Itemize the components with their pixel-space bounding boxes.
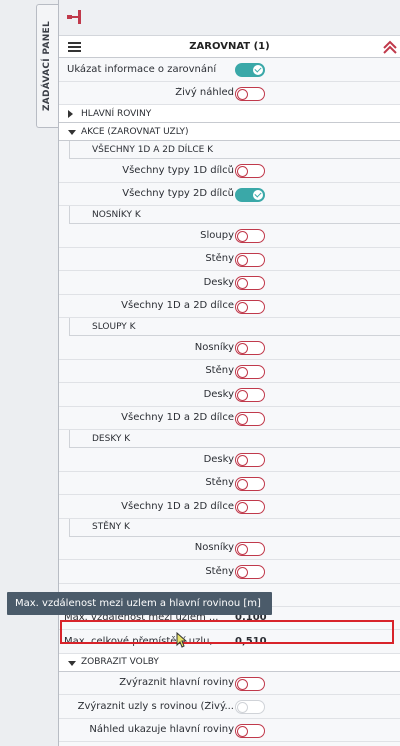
zadavaci-panel: ZAROVNAT (1) Ukázat informace o zarovnán… (58, 0, 400, 746)
option-row: Stěny (59, 248, 400, 271)
group-sloupy: SLOUPY K (69, 318, 400, 336)
toggle-desky-vsechny[interactable] (235, 500, 265, 514)
expand-down-icon (68, 660, 76, 666)
option-row: Zvýraznit uzly s rovinou (Živý... (59, 695, 400, 719)
panel-titlebar: ZAROVNAT (1) (59, 36, 400, 58)
option-label: Všechny typy 2D dílců (122, 188, 234, 200)
group-desky: DESKY K (69, 430, 400, 448)
side-tab-label: ZADÁVACÍ PANEL (42, 20, 53, 112)
toggle-sloupy-vsechny[interactable] (235, 411, 265, 426)
section-label: HLAVNÍ ROVINY (81, 108, 152, 119)
option-row: Stěny (59, 560, 400, 584)
group-steny: STĚNY K (69, 518, 400, 537)
group-label: VŠECHNY 1D A 2D DÍLCE K (92, 144, 214, 155)
option-row: Všechny typy 1D dílců (59, 159, 400, 183)
option-row: Zvýraznit hlavní roviny (59, 672, 400, 695)
toggle-nosniky-desky[interactable] (235, 276, 265, 290)
pin-panel-icon[interactable] (65, 7, 85, 27)
option-label: Desky (203, 453, 234, 465)
collapse-up-icon[interactable] (382, 39, 398, 55)
option-label: Stěny (205, 365, 234, 377)
option-row: Všechny 1D a 2D dílce (59, 407, 400, 430)
option-label: Náhled ukazuje hlavní roviny (89, 724, 234, 736)
section-zobrazit-volby[interactable]: ZOBRAZIT VOLBY (59, 653, 400, 672)
option-label: Nosníky (194, 542, 234, 554)
option-label: Stěny (205, 477, 234, 489)
option-row: Všechny 1D a 2D dílce (59, 295, 400, 318)
option-label: Všechny typy 1D dílců (122, 164, 234, 176)
option-row: Stěny (59, 472, 400, 495)
option-label: Všechny 1D a 2D dílce (121, 300, 234, 312)
toggle-nosniky-steny[interactable] (235, 252, 265, 267)
toggle-desky-desky[interactable] (235, 453, 265, 467)
panel-toolbar (59, 0, 400, 36)
mouse-cursor-icon (176, 632, 188, 648)
toggle-ukazat-info[interactable] (235, 63, 265, 77)
panel-title: ZAROVNAT (1) (189, 41, 270, 52)
option-label: Desky (203, 276, 234, 288)
expand-down-icon (68, 130, 76, 135)
toggle-zvyraznit-uzly[interactable] (235, 700, 265, 714)
option-row: Všechny typy 2D dílců (59, 183, 400, 206)
option-row: Desky (59, 271, 400, 295)
option-row: Stěny (59, 360, 400, 383)
toggle-sloupy-desky[interactable] (235, 388, 265, 402)
toggle-steny-steny[interactable] (235, 565, 265, 579)
option-row-zivy-nahled: Živý náhled (59, 82, 400, 105)
option-label: Nosníky (194, 341, 234, 353)
section-hlavni-roviny[interactable]: HLAVNÍ ROVINY (59, 105, 400, 123)
group-label: SLOUPY K (92, 321, 136, 332)
tooltip: Max. vzdálenost mezi uzlem a hlavní rovi… (7, 592, 272, 615)
group-label: STĚNY K (92, 522, 130, 532)
group-label: DESKY K (92, 433, 131, 444)
option-row: Náhled ukazuje hlavní roviny (59, 719, 400, 742)
option-label: Živý náhled (175, 87, 234, 99)
section-akce[interactable]: AKCE (ZAROVNAT UZLY) (59, 123, 400, 141)
toggle-nosniky-vsechny[interactable] (235, 299, 265, 314)
option-row: Všechny 1D a 2D dílce (59, 495, 400, 519)
option-row: Nosníky (59, 336, 400, 360)
expand-right-icon (68, 110, 73, 118)
toggle-steny-nosniky[interactable] (235, 541, 265, 556)
side-tab-zadavaci-panel[interactable]: ZADÁVACÍ PANEL (36, 4, 58, 128)
option-label: Všechny 1D a 2D dílce (121, 412, 234, 424)
option-label: Všechny 1D a 2D dílce (121, 500, 234, 512)
option-label: Desky (203, 388, 234, 400)
section-label: ZOBRAZIT VOLBY (81, 657, 159, 667)
toggle-desky-steny[interactable] (235, 476, 265, 491)
toggle-vsechny-2d[interactable] (235, 187, 265, 202)
param-row-max-premisteni[interactable]: Max. celkové přemístění uzlu,... 0,510 (59, 630, 400, 654)
option-label: Zvýraznit uzly s rovinou (Živý... (77, 700, 234, 712)
hamburger-menu-icon[interactable] (68, 42, 81, 52)
param-value[interactable]: 0,510 (235, 636, 267, 647)
option-label: Sloupy (200, 229, 234, 241)
section-label: AKCE (ZAROVNAT UZLY) (81, 126, 189, 137)
option-label: Zvýraznit hlavní roviny (119, 677, 234, 689)
toggle-zvyraznit-roviny[interactable] (235, 676, 265, 691)
toggle-sloupy-nosniky[interactable] (235, 341, 265, 355)
option-row: Desky (59, 383, 400, 407)
toggle-vsechny-1d[interactable] (235, 164, 265, 178)
toggle-nahled-roviny[interactable] (235, 723, 265, 738)
toggle-zivy-nahled[interactable] (235, 86, 265, 101)
option-row-ukazat-info: Ukázat informace o zarovnání (59, 58, 400, 82)
group-nosniky: NOSNÍKY K (69, 206, 400, 224)
option-row: Nosníky (59, 537, 400, 560)
option-label: Stěny (205, 253, 234, 265)
toggle-nosniky-sloupy[interactable] (235, 229, 265, 243)
option-row: Desky (59, 448, 400, 472)
group-vsechny: VŠECHNY 1D A 2D DÍLCE K (69, 141, 400, 159)
param-label: Max. celkové přemístění uzlu,... (64, 635, 223, 647)
option-label: Ukázat informace o zarovnání (67, 63, 217, 75)
option-row: Sloupy (59, 224, 400, 248)
option-label: Stěny (205, 565, 234, 577)
toggle-sloupy-steny[interactable] (235, 364, 265, 379)
group-label: NOSNÍKY K (92, 209, 141, 220)
